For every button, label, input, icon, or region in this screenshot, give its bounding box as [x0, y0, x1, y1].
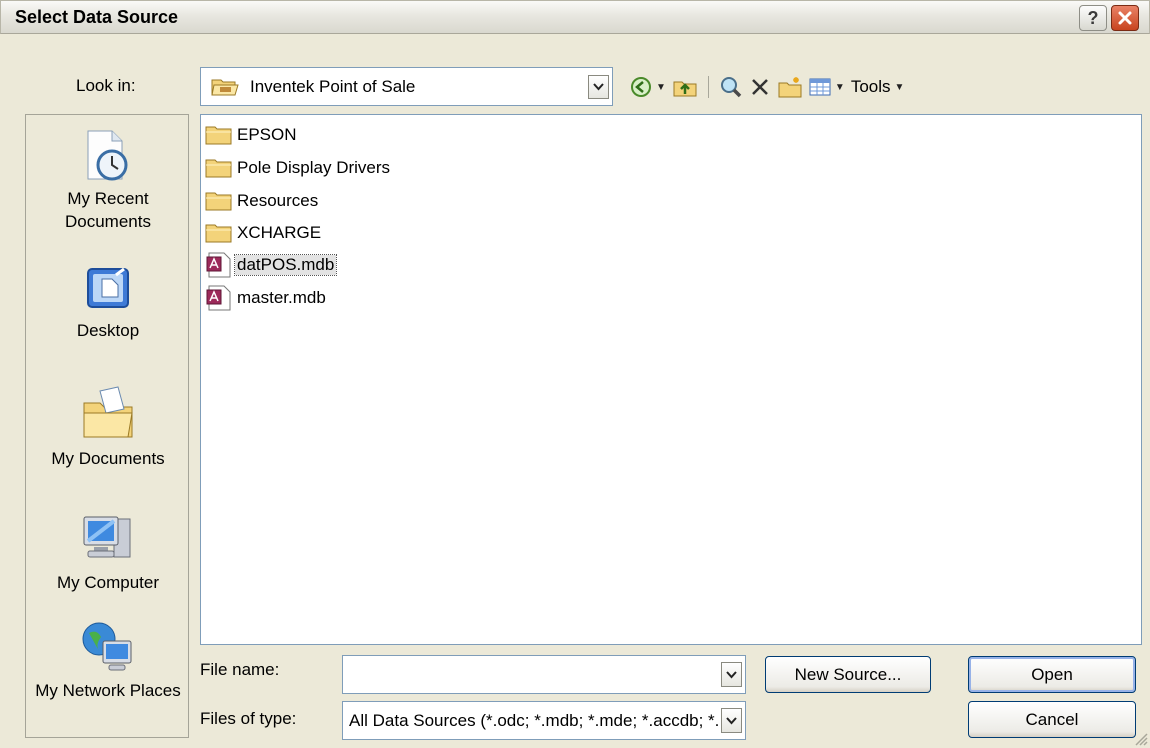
file-name: Pole Display Drivers	[237, 158, 391, 177]
place-label: My Documents	[51, 449, 165, 468]
up-one-level-button[interactable]	[672, 73, 698, 101]
open-label: Open	[1031, 664, 1073, 684]
toolbar-separator	[707, 76, 709, 98]
new-folder-button[interactable]	[777, 73, 803, 101]
file-list[interactable]: EPSON Pole Display Drivers Resources XCH…	[200, 114, 1142, 645]
file-name-label: File name:	[200, 660, 280, 679]
back-icon	[631, 77, 651, 97]
look-in-value: Inventek Point of Sale	[250, 77, 416, 96]
places-bar: My Recent Documents Desktop My Documents…	[25, 114, 189, 738]
chevron-down-icon	[726, 716, 737, 724]
cancel-label: Cancel	[1025, 709, 1079, 729]
dialog-toolbar: ▼ ▼ Tools ▼	[630, 72, 904, 102]
close-button[interactable]	[1111, 5, 1139, 31]
list-item[interactable]: master.mdb	[205, 283, 328, 313]
file-name: EPSON	[237, 125, 297, 144]
list-item[interactable]: EPSON	[205, 120, 299, 150]
recent-documents-icon	[87, 130, 128, 181]
up-folder-icon	[673, 81, 697, 97]
list-item[interactable]: XCHARGE	[205, 218, 323, 248]
file-name: datPOS.mdb	[233, 254, 338, 276]
file-name: Resources	[237, 191, 319, 210]
search-web-button[interactable]	[719, 73, 743, 101]
new-source-button[interactable]: New Source...	[765, 656, 931, 693]
chevron-down-icon	[726, 670, 737, 678]
place-label: My Network Places	[35, 681, 181, 700]
tools-dropdown-icon: ▼	[894, 81, 905, 93]
place-my-recent-documents[interactable]: My Recent Documents	[26, 127, 190, 233]
delete-button[interactable]	[749, 73, 771, 101]
open-folder-icon	[211, 79, 239, 96]
place-my-network-places[interactable]: My Network Places	[26, 619, 190, 702]
file-type-label: Files of type:	[200, 709, 297, 728]
search-web-icon	[720, 77, 742, 98]
file-name: XCHARGE	[237, 223, 322, 242]
list-item[interactable]: Resources	[205, 186, 320, 216]
place-my-computer[interactable]: My Computer	[26, 511, 190, 594]
cancel-button[interactable]: Cancel	[968, 701, 1136, 738]
folder-icon	[205, 159, 232, 178]
file-name-dropdown-button[interactable]	[721, 662, 742, 687]
desktop-icon	[87, 267, 129, 308]
look-in-dropdown-button[interactable]	[588, 75, 609, 99]
place-label: My Recent Documents	[65, 189, 151, 231]
tools-menu[interactable]: Tools ▼	[851, 73, 905, 101]
folder-icon	[205, 192, 232, 211]
place-desktop[interactable]: Desktop	[26, 263, 190, 342]
file-type-dropdown-button[interactable]	[721, 708, 742, 733]
title-bar[interactable]: Select Data Source ?	[0, 0, 1150, 34]
file-name-combobox[interactable]	[342, 655, 746, 694]
place-my-documents[interactable]: My Documents	[26, 385, 190, 470]
folder-icon	[205, 126, 232, 145]
close-icon	[1118, 11, 1132, 25]
new-source-label: New Source...	[794, 664, 902, 684]
new-folder-icon	[778, 77, 802, 98]
look-in-dropdown[interactable]: Inventek Point of Sale	[200, 67, 613, 106]
network-places-icon	[82, 622, 132, 671]
file-type-dropdown[interactable]: All Data Sources (*.odc; *.mdb; *.mde; *…	[342, 701, 746, 740]
file-name: master.mdb	[237, 288, 326, 307]
views-icon	[809, 78, 831, 96]
back-dropdown-icon[interactable]: ▼	[656, 82, 666, 93]
place-label: My Computer	[56, 573, 160, 592]
tools-label: Tools	[850, 77, 891, 96]
access-database-icon	[206, 252, 231, 278]
my-computer-icon	[83, 516, 131, 558]
window-title: Select Data Source	[15, 7, 179, 27]
delete-icon	[752, 79, 768, 95]
place-label: Desktop	[76, 321, 140, 340]
file-type-value: All Data Sources (*.odc; *.mdb; *.mde; *…	[349, 711, 719, 730]
my-documents-icon	[83, 386, 133, 438]
help-icon: ?	[1087, 7, 1099, 28]
views-dropdown-icon[interactable]: ▼	[835, 82, 845, 93]
list-item[interactable]: datPOS.mdb	[205, 250, 338, 280]
folder-icon	[205, 224, 232, 243]
look-in-label: Look in:	[76, 76, 136, 95]
open-button[interactable]: Open	[968, 656, 1136, 693]
chevron-down-icon	[593, 83, 604, 91]
resize-grip-icon[interactable]	[1132, 730, 1148, 746]
list-item[interactable]: Pole Display Drivers	[205, 153, 392, 183]
help-button[interactable]: ?	[1079, 5, 1107, 31]
access-database-icon	[206, 285, 231, 311]
views-button[interactable]: ▼	[809, 73, 845, 101]
back-button[interactable]: ▼	[630, 73, 666, 101]
